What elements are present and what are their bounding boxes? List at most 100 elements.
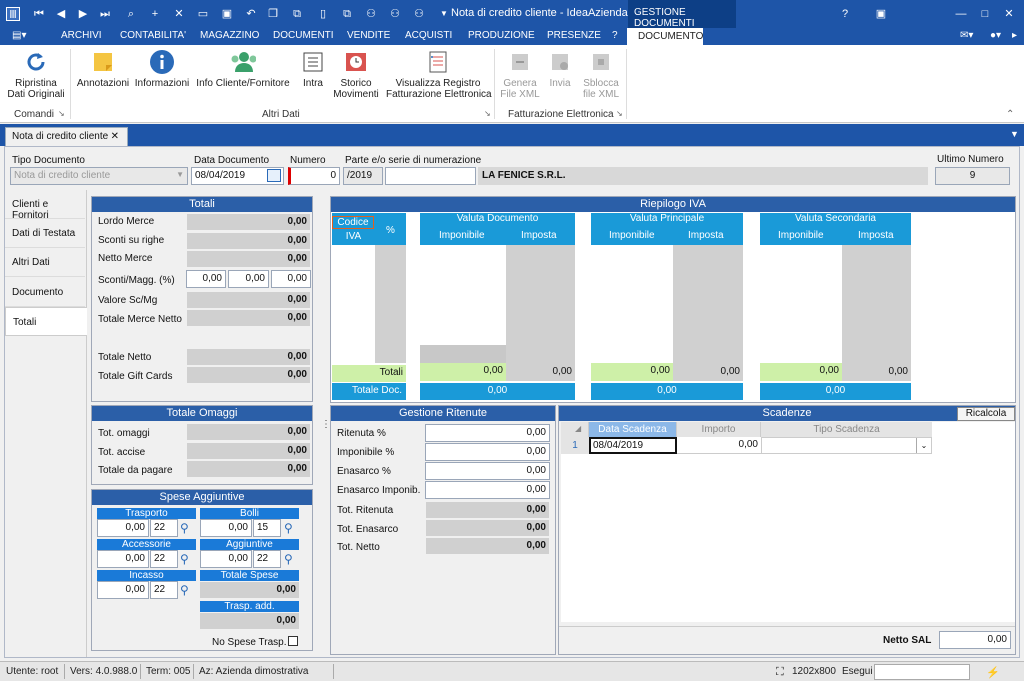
search-icon[interactable]: ⚲ bbox=[180, 583, 189, 597]
duplicate-icon[interactable]: ⧉ bbox=[290, 7, 304, 21]
serie-field[interactable]: /2019 bbox=[343, 167, 383, 185]
search-icon[interactable]: ⚲ bbox=[284, 521, 293, 535]
col-tipo-scadenza[interactable]: Tipo Scadenza bbox=[761, 422, 932, 437]
no-spese-checkbox[interactable] bbox=[288, 636, 298, 646]
document-icon[interactable]: ▯ bbox=[316, 7, 330, 21]
copy-icon[interactable]: ❐ bbox=[266, 7, 280, 21]
sconto-3-field[interactable]: 0,00 bbox=[271, 270, 311, 288]
menu-produzione[interactable]: PRODUZIONE bbox=[468, 30, 535, 41]
sidetab-testata[interactable]: Dati di Testata bbox=[5, 219, 85, 248]
users-group-icon[interactable]: ⚇ bbox=[364, 7, 378, 21]
new-icon[interactable]: + bbox=[148, 7, 162, 21]
menu-contabilita[interactable]: CONTABILITA' bbox=[120, 30, 186, 41]
trasporto-iva-field[interactable]: 22 bbox=[150, 519, 178, 537]
menu-help[interactable]: ? bbox=[612, 30, 618, 41]
group-expand-icon[interactable]: ↘ bbox=[616, 109, 623, 118]
first-record-icon[interactable]: ⏮ bbox=[32, 7, 46, 21]
ricalcola-button[interactable]: Ricalcola bbox=[957, 407, 1015, 421]
undo-icon[interactable]: ↶ bbox=[244, 7, 258, 21]
save-icon[interactable]: ▣ bbox=[220, 7, 234, 21]
genera-xml-button[interactable]: Genera File XML bbox=[500, 49, 540, 100]
restore-layout-icon[interactable]: ▣ bbox=[874, 7, 888, 21]
dropdown-arrow-icon[interactable]: ▼ bbox=[437, 7, 451, 21]
annotazioni-button[interactable]: Annotazioni bbox=[76, 49, 130, 89]
ripristina-button[interactable]: Ripristina Dati Originali bbox=[6, 49, 66, 100]
col-importo[interactable]: Importo bbox=[677, 422, 761, 437]
col-data-scadenza[interactable]: Data Scadenza bbox=[589, 422, 677, 437]
search-icon[interactable]: ⚲ bbox=[284, 552, 293, 566]
storico-button[interactable]: Storico Movimenti bbox=[332, 49, 380, 100]
serie-extra-field[interactable] bbox=[385, 167, 476, 185]
menu-magazzino[interactable]: MAGAZZINO bbox=[200, 30, 259, 41]
more-icon[interactable]: ▸ bbox=[1012, 30, 1017, 41]
menu-archivi[interactable]: ARCHIVI bbox=[61, 30, 102, 41]
informazioni-button[interactable]: Informazioni bbox=[134, 49, 190, 89]
menu-presenze[interactable]: PRESENZE bbox=[547, 30, 601, 41]
minimize-icon[interactable]: — bbox=[954, 7, 968, 21]
sconto-2-field[interactable]: 0,00 bbox=[228, 270, 269, 288]
collapse-ribbon-icon[interactable]: ⌃ bbox=[1006, 109, 1014, 120]
group-expand-icon[interactable]: ↘ bbox=[58, 109, 65, 118]
codice-iva-header[interactable]: Codice IVA bbox=[332, 213, 375, 245]
sidetab-totali[interactable]: Totali bbox=[5, 307, 87, 336]
aggiuntive-field[interactable]: 0,00 bbox=[200, 550, 252, 568]
aggiuntive-iva-field[interactable]: 22 bbox=[253, 550, 281, 568]
delete-icon[interactable]: ✕ bbox=[172, 7, 186, 21]
document-tab[interactable]: Nota di credito cliente ✕ bbox=[5, 127, 128, 146]
tab-list-icon[interactable]: ▼ bbox=[1010, 129, 1019, 139]
accessorie-field[interactable]: 0,00 bbox=[97, 550, 149, 568]
next-record-icon[interactable]: ▶ bbox=[76, 7, 90, 21]
prev-record-icon[interactable]: ◀ bbox=[54, 7, 68, 21]
help-icon[interactable]: ? bbox=[838, 7, 852, 21]
incasso-iva-field[interactable]: 22 bbox=[150, 581, 178, 599]
cell-tipo-scadenza[interactable]: ⌄ bbox=[761, 437, 932, 454]
mail-icon[interactable]: ✉▾ bbox=[960, 30, 973, 41]
tipo-documento-select[interactable]: Nota di credito cliente ▼ bbox=[10, 167, 188, 185]
menu-vendite[interactable]: VENDITE bbox=[347, 30, 390, 41]
user-icon[interactable]: ●▾ bbox=[990, 30, 1001, 41]
ritenuta-field[interactable]: 0,00 bbox=[425, 424, 550, 442]
close-tab-icon[interactable]: ✕ bbox=[111, 131, 119, 142]
visualizza-registro-button[interactable]: Visualizza Registro Fatturazione Elettro… bbox=[386, 49, 492, 100]
accessorie-iva-field[interactable]: 22 bbox=[150, 550, 178, 568]
trasporto-field[interactable]: 0,00 bbox=[97, 519, 149, 537]
print-icon[interactable]: ▭ bbox=[196, 7, 210, 21]
group-expand-icon[interactable]: ↘ bbox=[484, 109, 491, 118]
resolution-icon[interactable]: ⛶ bbox=[776, 666, 784, 679]
sblocca-xml-button[interactable]: Sblocca file XML bbox=[580, 49, 622, 100]
imponibile-field[interactable]: 0,00 bbox=[425, 443, 550, 461]
search-icon[interactable]: ⚲ bbox=[180, 521, 189, 535]
maximize-icon[interactable]: □ bbox=[978, 7, 992, 21]
app-menu-icon[interactable]: ▤▾ bbox=[12, 30, 26, 41]
esegui-input[interactable] bbox=[874, 664, 970, 680]
search-icon[interactable]: ⚲ bbox=[180, 552, 189, 566]
users-group-3-icon[interactable]: ⚇ bbox=[412, 7, 426, 21]
bolli-field[interactable]: 0,00 bbox=[200, 519, 252, 537]
close-icon[interactable]: ✕ bbox=[1002, 7, 1016, 21]
sconto-1-field[interactable]: 0,00 bbox=[186, 270, 226, 288]
numero-field[interactable]: 0 bbox=[288, 167, 340, 185]
cell-importo[interactable]: 0,00 bbox=[677, 437, 761, 454]
enasarco-field[interactable]: 0,00 bbox=[425, 462, 550, 480]
sidetab-documento[interactable]: Documento bbox=[5, 278, 85, 307]
users-group-2-icon[interactable]: ⚇ bbox=[388, 7, 402, 21]
data-documento-field[interactable]: 08/04/2019 bbox=[191, 167, 284, 185]
chevron-down-icon[interactable]: ⌄ bbox=[916, 438, 931, 453]
intra-button[interactable]: Intra bbox=[298, 49, 328, 89]
invia-button[interactable]: Invia bbox=[546, 49, 574, 89]
search-icon[interactable]: ⌕ bbox=[124, 7, 138, 21]
incasso-field[interactable]: 0,00 bbox=[97, 581, 149, 599]
netto-sal-field[interactable]: 0,00 bbox=[939, 631, 1011, 649]
menu-documenti[interactable]: DOCUMENTI bbox=[273, 30, 334, 41]
calendar-icon[interactable] bbox=[267, 169, 281, 182]
sidetab-clienti[interactable]: Clienti e Fornitori bbox=[5, 190, 85, 221]
sidetab-altri-dati[interactable]: Altri Dati bbox=[5, 248, 85, 277]
last-record-icon[interactable]: ⏭ bbox=[98, 7, 112, 21]
info-cliente-button[interactable]: Info Cliente/Fornitore bbox=[196, 49, 290, 89]
lightning-icon[interactable]: ⚡ bbox=[986, 666, 1000, 679]
menu-acquisti[interactable]: ACQUISTI bbox=[405, 30, 452, 41]
menu-documento[interactable]: DOCUMENTO bbox=[627, 28, 703, 45]
perc-header[interactable]: % bbox=[375, 213, 406, 245]
bolli-iva-field[interactable]: 15 bbox=[253, 519, 281, 537]
attach-icon[interactable]: ⧉ bbox=[340, 7, 354, 21]
